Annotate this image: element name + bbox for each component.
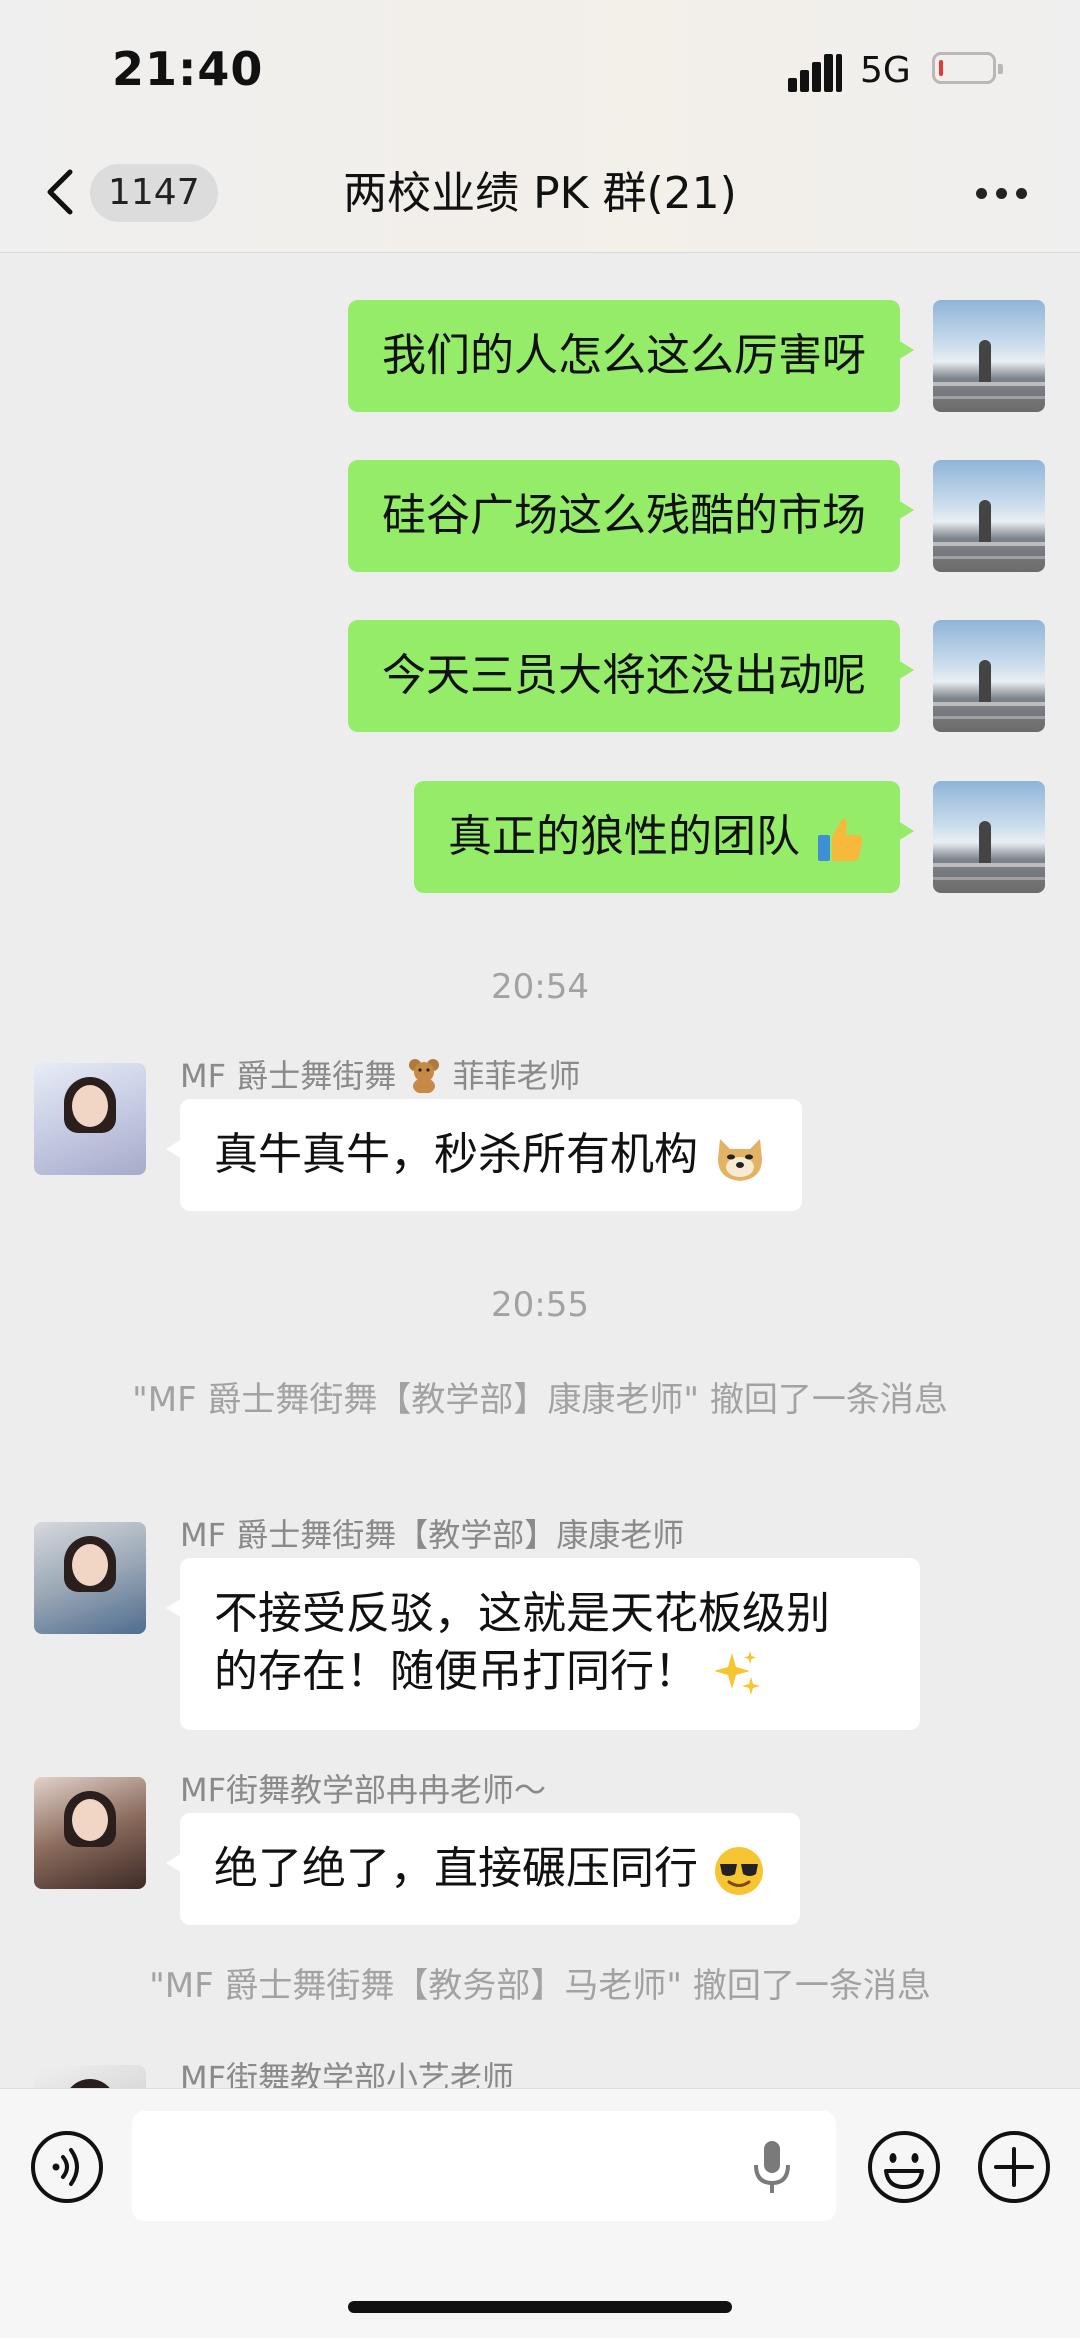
message-text: 硅谷广场这么残酷的市场 [382,490,866,541]
other-message-bubble[interactable]: 绝了绝了，直接碾压同行 [166,1813,800,1925]
sender-name: MF街舞教学部冉冉老师～ [180,1771,547,1809]
other-message-bubble[interactable]: 不接受反驳，这就是天花板级别 的存在！随便吊打同行！ [166,1558,920,1730]
other-message-bubble[interactable]: 真牛真牛，秒杀所有机构 [166,1099,802,1211]
my-avatar[interactable] [933,460,1045,572]
message-text: 真正的狼性的团队 [448,811,800,862]
sender-avatar[interactable] [34,2065,146,2088]
my-message-bubble[interactable]: 我们的人怎么这么厉害呀 [348,300,914,412]
input-bar [0,2088,1080,2338]
my-avatar[interactable] [933,300,1045,412]
sparkles-icon [714,1651,760,1695]
message-text-line: 的存在！随便吊打同行！ [214,1643,886,1701]
message-text-line: 不接受反驳，这就是天花板级别 [214,1588,830,1639]
nav-bar: 1147 两校业绩 PK 群(21) [0,140,1080,253]
status-time: 21:40 [112,42,264,96]
sender-avatar[interactable] [34,1777,146,1889]
teddy-bear-icon [409,1059,440,1093]
voice-icon[interactable] [29,2129,105,2205]
doge-icon [718,1139,762,1181]
emoji-icon[interactable] [866,2129,942,2205]
chat-title: 两校业绩 PK 群(21) [343,168,737,219]
sender-name: MF街舞教学部小艺老师 [180,2059,515,2088]
network-type: 5G [860,50,911,91]
message-text: 我们的人怎么这么厉害呀 [382,330,866,381]
my-avatar[interactable] [933,781,1045,893]
sender-name: MF 爵士舞街舞 菲菲老师 [180,1057,581,1095]
sender-avatar[interactable] [34,1522,146,1634]
timestamp: 20:55 [491,1285,589,1325]
message-input[interactable] [132,2111,836,2221]
my-message-bubble[interactable]: 今天三员大将还没出动呢 [348,620,914,732]
thumbs-up-icon [818,819,863,861]
home-indicator[interactable] [348,2301,732,2313]
chat-area[interactable]: 我们的人怎么这么厉害呀 硅谷广场这么残酷的市场 今天三员大将还没出动呢 真正的狼… [0,253,1080,2088]
sunglasses-icon [715,1847,763,1895]
more-icon[interactable] [974,182,1030,202]
recall-notice: "MF 爵士舞街舞【教学部】康康老师" 撤回了一条消息 [132,1380,948,1420]
battery-icon [932,52,1003,84]
timestamp: 20:54 [491,967,589,1007]
mic-icon[interactable] [752,2139,792,2195]
plus-icon[interactable] [976,2129,1052,2205]
sender-avatar[interactable] [34,1063,146,1175]
message-text: 绝了绝了，直接碾压同行 [214,1843,698,1894]
recall-notice: "MF 爵士舞街舞【教务部】马老师" 撤回了一条消息 [149,1966,931,2006]
signal-icon [788,52,844,92]
my-avatar[interactable] [933,620,1045,732]
message-text: 今天三员大将还没出动呢 [382,650,866,701]
status-bar: 21:40 5G [0,0,1080,140]
my-message-bubble[interactable]: 硅谷广场这么残酷的市场 [348,460,914,572]
sender-name: MF 爵士舞街舞【教学部】康康老师 [180,1516,685,1554]
message-text: 真牛真牛，秒杀所有机构 [214,1129,698,1180]
my-message-bubble[interactable]: 真正的狼性的团队 [414,781,914,893]
